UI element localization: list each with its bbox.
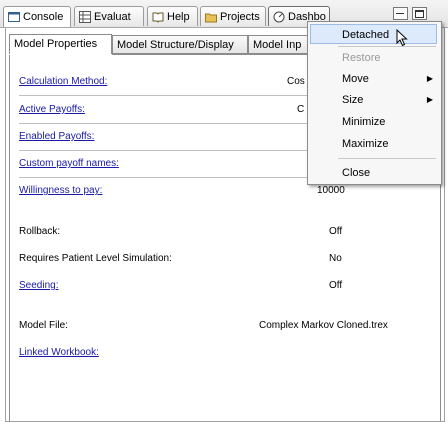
view-tab-projects[interactable]: Projects (200, 6, 266, 26)
menu-item-label: Size (342, 94, 364, 106)
help-book-icon (152, 12, 164, 23)
row-divider (19, 150, 309, 151)
menu-item-maximize[interactable]: Maximize (308, 134, 439, 154)
enabled-payoffs-link[interactable]: Enabled Payoffs: (19, 131, 94, 142)
submenu-arrow-icon: ▶ (426, 95, 433, 104)
menu-separator (338, 46, 436, 47)
patient-level-simulation-value: No (329, 253, 342, 264)
property-model-file: Model File: (19, 320, 68, 335)
view-context-menu: Detached Restore Move ▶ Size ▶ Minimize … (307, 21, 442, 185)
seeding-value: Off (329, 280, 343, 291)
maximize-view-button[interactable] (412, 7, 427, 20)
menu-separator (338, 158, 436, 159)
view-tab-label: Console (23, 11, 64, 23)
property-rollback: Rollback: (19, 226, 60, 241)
console-icon (8, 12, 20, 22)
property-linked-workbook: Linked Workbook: (19, 347, 99, 362)
rollback-label: Rollback: (19, 226, 61, 237)
menu-item-minimize[interactable]: Minimize (308, 112, 439, 132)
row-divider (19, 123, 309, 124)
menu-item-label: Detached (342, 29, 390, 41)
linked-workbook-link[interactable]: Linked Workbook: (19, 347, 99, 358)
minimize-icon (396, 13, 404, 14)
menu-item-label: Restore (342, 52, 381, 64)
calculation-method-link[interactable]: Calculation Method: (19, 76, 107, 87)
menu-item-label: Move (342, 73, 369, 85)
view-tab-help[interactable]: Help (147, 6, 198, 26)
view-tab-label: Projects (220, 10, 260, 23)
willingness-to-pay-link[interactable]: Willingness to pay: (19, 185, 102, 196)
active-payoffs-value: C (297, 104, 305, 115)
active-payoffs-link[interactable]: Active Payoffs: (19, 104, 85, 115)
menu-item-move[interactable]: Move ▶ (308, 69, 439, 89)
table-icon (79, 10, 91, 23)
view-tab-label: Help (167, 10, 190, 23)
submenu-arrow-icon: ▶ (426, 74, 433, 83)
menu-item-label: Maximize (342, 138, 389, 150)
willingness-to-pay-value: 10000 (317, 185, 345, 196)
model-file-label: Model File: (19, 320, 68, 331)
custom-payoff-names-link[interactable]: Custom payoff names: (19, 158, 119, 169)
patient-level-simulation-label: Requires Patient Level Simulation: (19, 253, 172, 264)
tab-model-structure-display[interactable]: Model Structure/Display (112, 35, 248, 54)
minimize-view-button[interactable] (393, 7, 408, 20)
view-tab-evaluate[interactable]: Evaluat (74, 6, 144, 26)
row-divider (19, 177, 309, 178)
property-calculation-method: Calculation Method: (19, 76, 107, 91)
menu-item-close[interactable]: Close (308, 163, 439, 183)
maximize-icon (415, 10, 424, 18)
property-seeding: Seeding: (19, 280, 58, 295)
dashboard-icon (273, 11, 285, 22)
model-file-value: Complex Markov Cloned.trex (259, 320, 388, 331)
property-custom-payoff-names: Custom payoff names: (19, 158, 119, 173)
menu-item-detached[interactable]: Detached (310, 24, 437, 44)
view-tab-console[interactable]: Console (3, 6, 71, 27)
menu-item-label: Close (342, 167, 371, 179)
menu-item-size[interactable]: Size ▶ (308, 90, 439, 110)
property-patient-level-simulation: Requires Patient Level Simulation: (19, 253, 172, 268)
property-willingness-to-pay: Willingness to pay: (19, 185, 102, 200)
tab-model-properties[interactable]: Model Properties (9, 34, 112, 54)
seeding-link[interactable]: Seeding: (19, 280, 58, 291)
property-enabled-payoffs: Enabled Payoffs: (19, 131, 94, 146)
property-active-payoffs: Active Payoffs: (19, 104, 85, 119)
row-divider (19, 95, 309, 96)
mouse-cursor-icon (396, 29, 408, 47)
projects-folder-icon (205, 13, 217, 22)
rollback-value: Off (329, 226, 343, 237)
view-tab-label: Evaluat (94, 10, 131, 23)
calculation-method-value: Cos (287, 76, 305, 87)
menu-item-label: Minimize (342, 116, 386, 128)
menu-item-restore[interactable]: Restore (308, 48, 439, 68)
